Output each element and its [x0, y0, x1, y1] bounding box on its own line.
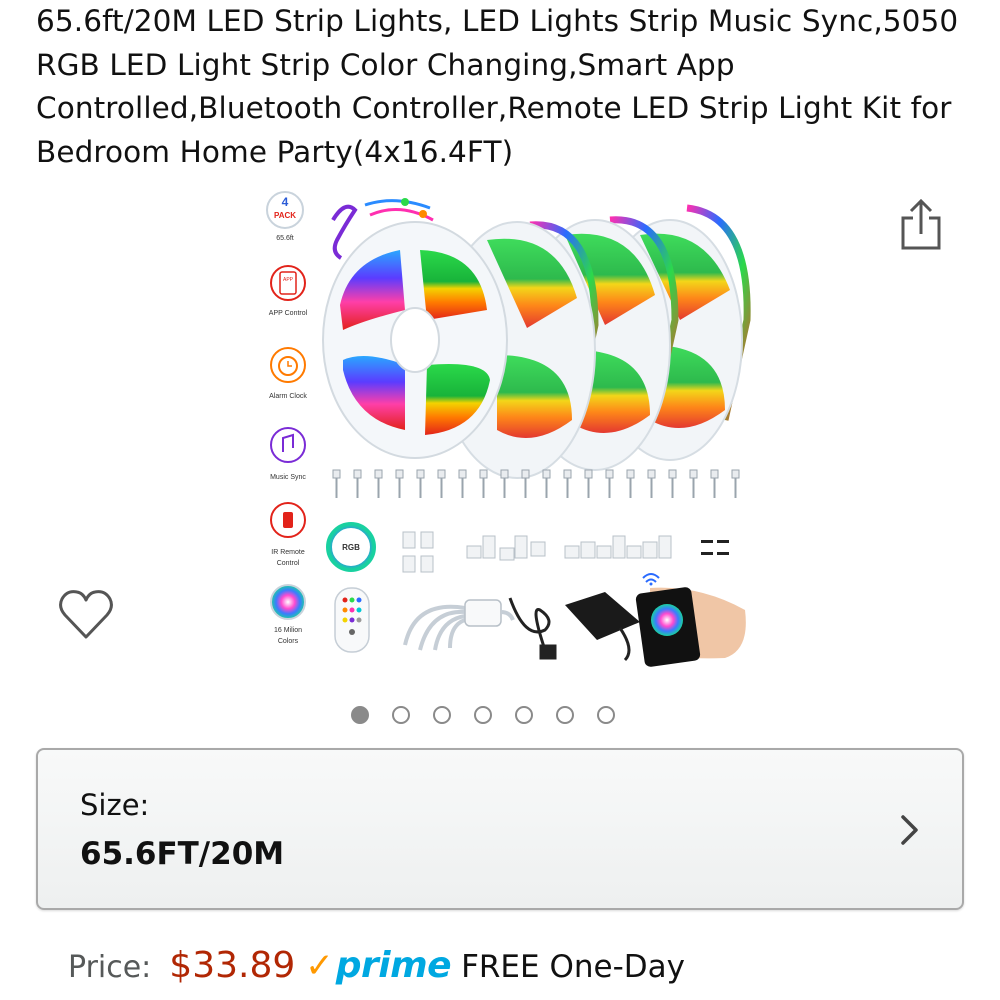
- colors-label-1: 16 Milion: [274, 627, 302, 634]
- connector-pin: [395, 469, 404, 498]
- feature-ir-remote: IR Remote Control: [270, 502, 306, 567]
- power-cord: [508, 597, 557, 660]
- feature-pack-badge: 4 PACK 65.6ft: [266, 191, 304, 242]
- connector-pin: [437, 469, 446, 498]
- colors-label-2: Colors: [278, 638, 299, 645]
- connector-pin: [521, 469, 530, 498]
- size-label: Size:: [80, 788, 150, 822]
- connector-pin: [689, 469, 698, 498]
- connector-pin: [479, 469, 488, 498]
- carousel-dot[interactable]: [474, 706, 492, 724]
- connector-pin: [584, 469, 593, 498]
- connector-pin: [605, 469, 614, 498]
- app-control-label: APP Control: [269, 310, 308, 317]
- carousel-dot[interactable]: [433, 706, 451, 724]
- pack-length: 65.6ft: [276, 235, 294, 242]
- size-value: 65.6FT/20M: [80, 836, 285, 872]
- strip-connectors: [402, 531, 672, 573]
- connector-pin: [626, 469, 635, 498]
- connector-pin: [731, 469, 740, 498]
- ir-remote-label-1: IR Remote: [271, 549, 305, 556]
- carousel-dot[interactable]: [351, 706, 369, 724]
- power-adapter: [565, 592, 640, 662]
- product-photo: 4 PACK 65.6ft APP APP Control Alarm Cloc…: [266, 191, 751, 667]
- feature-16m-colors: 16 Milion Colors: [270, 584, 306, 645]
- music-sync-label: Music Sync: [270, 474, 306, 481]
- connector-pin: [332, 469, 341, 498]
- delivery-text: FREE One-Day: [461, 949, 685, 985]
- connector-pin: [647, 469, 656, 498]
- wishlist-button[interactable]: [56, 585, 116, 645]
- alarm-clock-label: Alarm Clock: [269, 393, 307, 400]
- connector-pin: [353, 469, 362, 498]
- feature-app-control: APP APP Control: [269, 265, 308, 317]
- product-title: 65.6ft/20M LED Strip Lights, LED Lights …: [36, 4, 959, 169]
- rgb-label: RGB: [342, 543, 360, 552]
- connector-pin: [374, 469, 383, 498]
- connector-pin: [458, 469, 467, 498]
- wire-clips: [701, 540, 729, 555]
- size-selector[interactable]: Size: 65.6FT/20M: [36, 748, 964, 910]
- product-page: 65.6ft/20M LED Strip Lights, LED Lights …: [0, 0, 1000, 1000]
- carousel-dot[interactable]: [392, 706, 410, 724]
- carousel-dot[interactable]: [515, 706, 533, 724]
- connector-pin: [416, 469, 425, 498]
- price-label: Price:: [68, 950, 152, 985]
- prime-check-icon: ✓: [305, 946, 334, 986]
- price-row: Price: $33.89 ✓ prime FREE One-Day: [68, 945, 685, 1000]
- splitter-cable: [403, 599, 515, 651]
- led-reel-1: [322, 221, 508, 459]
- app-badge-text: APP: [283, 277, 294, 283]
- connector-pin: [563, 469, 572, 498]
- carousel-dots: [351, 703, 615, 727]
- ir-remote-label-2: Control: [277, 560, 300, 567]
- ir-remote-control: [334, 587, 370, 653]
- pack-number: 4: [282, 195, 289, 209]
- connector-pin: [668, 469, 677, 498]
- heart-icon: [59, 590, 113, 639]
- product-image[interactable]: 4 PACK 65.6ft APP APP Control Alarm Cloc…: [255, 180, 755, 670]
- wifi-signal-icon: [642, 573, 660, 583]
- rgb-color-wheel: RGB: [326, 522, 376, 572]
- connector-pin: [500, 469, 509, 498]
- pack-word: PACK: [274, 211, 296, 220]
- share-button[interactable]: [895, 196, 947, 254]
- feature-music-sync: Music Sync: [270, 427, 306, 481]
- prime-logo: prime: [335, 945, 452, 986]
- connector-pin: [710, 469, 719, 498]
- phone-with-app: [635, 573, 746, 667]
- share-icon: [901, 198, 941, 250]
- carousel-dot[interactable]: [556, 706, 574, 724]
- chevron-right-icon: [901, 815, 918, 845]
- carousel-dot[interactable]: [597, 706, 615, 724]
- connector-pin: [542, 469, 551, 498]
- price-value: $33.89: [169, 945, 296, 986]
- feature-alarm-clock: Alarm Clock: [269, 347, 307, 400]
